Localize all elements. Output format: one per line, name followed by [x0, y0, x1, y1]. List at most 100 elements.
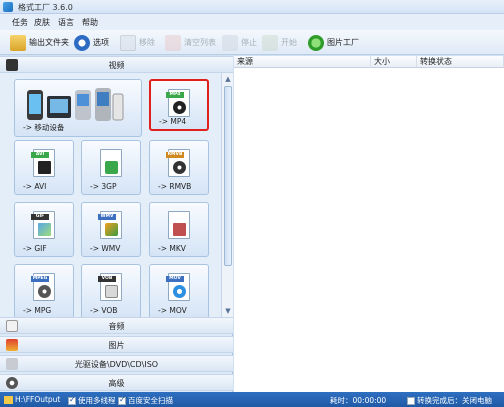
avi-tag: AVI [31, 152, 49, 158]
after-done-toggle[interactable]: 转换完成后：关闭电脑 [407, 395, 492, 406]
mov-tag: MOV [166, 276, 184, 282]
options-label: 选项 [93, 38, 109, 47]
quicktime-icon [173, 285, 186, 298]
vob-tag: VOB [98, 276, 116, 282]
section-video-label: 视频 [108, 61, 125, 70]
section-audio[interactable]: 音频 [0, 317, 233, 334]
elapsed-time: 耗时：00:00:00 [330, 395, 386, 406]
tile-gif[interactable]: GIF -> GIF [14, 202, 74, 257]
output-path[interactable]: H:\FFOutput [4, 395, 60, 404]
category-panel: 视频 -> 移动设备 MP4 -> MP4 AVI -> AVI -> 3GP … [0, 56, 233, 392]
menu-task[interactable]: 任务 [12, 17, 28, 28]
mpg-file-icon: MPEG [31, 273, 55, 301]
tile-mkv[interactable]: -> MKV [149, 202, 209, 257]
tile-mobile[interactable]: -> 移动设备 [14, 79, 142, 137]
status-bar: H:\FFOutput 使用多线程 百度安全扫描 耗时：00:00:00 转换完… [0, 392, 504, 407]
section-picture[interactable]: 图片 [0, 336, 233, 353]
output-folder-label: 输出文件夹 [29, 38, 69, 47]
mpeg-tag: MPEG [31, 276, 49, 282]
folder-icon [10, 34, 26, 51]
tile-3gp[interactable]: -> 3GP [81, 140, 141, 195]
media-icon [105, 223, 118, 236]
menu-bar: 任务 皮肤 语言 帮助 [0, 14, 504, 30]
after-done-checkbox[interactable] [407, 396, 415, 405]
elapsed-label: 耗时：00:00:00 [330, 396, 387, 405]
mov-file-icon: MOV [166, 273, 190, 301]
reel-icon [173, 161, 186, 174]
tile-mobile-label: -> 移动设备 [23, 123, 65, 132]
tile-vob[interactable]: VOB -> VOB [81, 264, 141, 317]
menu-skin[interactable]: 皮肤 [34, 17, 50, 28]
vob-file-icon: VOB [98, 273, 122, 301]
multithread-label: 使用多线程 [78, 396, 116, 405]
mp4-file-icon: MP4 [166, 89, 190, 117]
tile-rmvb[interactable]: RMVB -> RMVB [149, 140, 209, 195]
section-video[interactable]: 视频 [0, 56, 233, 73]
clear-list-button[interactable]: 清空列表 [165, 33, 216, 52]
menu-help[interactable]: 帮助 [82, 17, 98, 28]
tile-mp4[interactable]: MP4 -> MP4 [149, 79, 209, 131]
baidu-scan-checkbox[interactable] [118, 395, 126, 405]
tile-mov-label: -> MOV [158, 306, 187, 315]
3gp-file-icon [100, 149, 122, 177]
tile-gif-label: -> GIF [23, 244, 47, 253]
title-bar: 格式工厂 3.6.0 [0, 0, 504, 14]
tile-wmv-label: -> WMV [90, 244, 121, 253]
wmv-tag: WMV [98, 214, 116, 220]
clear-icon [165, 34, 181, 51]
output-folder-button[interactable]: 输出文件夹 [10, 33, 69, 52]
column-size[interactable]: 大小 [371, 56, 417, 68]
section-advanced-label: 高级 [108, 379, 125, 388]
tile-wmv[interactable]: WMV -> WMV [81, 202, 141, 257]
tile-vob-label: -> VOB [90, 306, 118, 315]
scroll-up-icon[interactable]: ▲ [223, 74, 233, 84]
options-button[interactable]: 选项 [74, 33, 109, 52]
remove-icon [120, 34, 136, 51]
picture-factory-label: 图片工厂 [327, 38, 359, 47]
multithread-toggle[interactable]: 使用多线程 [68, 395, 116, 406]
clear-list-label: 清空列表 [184, 38, 216, 47]
tile-mpg[interactable]: MPEG -> MPG [14, 264, 74, 317]
phone-video-icon [105, 161, 118, 174]
section-advanced[interactable]: 高级 [0, 374, 233, 391]
image-icon [38, 223, 51, 236]
tile-mov[interactable]: MOV -> MOV [149, 264, 209, 317]
avi-file-icon: AVI [31, 149, 55, 177]
tile-mkv-label: -> MKV [158, 244, 186, 253]
section-audio-label: 音频 [108, 322, 125, 331]
toolbar: 输出文件夹 选项 移除 清空列表 停止 开始 图片工厂 [0, 30, 504, 55]
section-picture-label: 图片 [108, 341, 125, 350]
task-list[interactable]: 来源 大小 转换状态 [234, 56, 504, 392]
column-status[interactable]: 转换状态 [417, 56, 504, 68]
stop-button[interactable]: 停止 [222, 33, 257, 52]
tile-avi[interactable]: AVI -> AVI [14, 140, 74, 195]
column-source[interactable]: 来源 [234, 56, 371, 68]
mp4-tag: MP4 [166, 92, 184, 98]
stop-label: 停止 [241, 38, 257, 47]
baidu-scan-toggle[interactable]: 百度安全扫描 [118, 395, 173, 406]
gif-file-icon: GIF [31, 211, 55, 239]
mobile-devices-icon [27, 88, 124, 121]
film-icon [38, 161, 51, 174]
menu-language[interactable]: 语言 [58, 17, 74, 28]
multithread-checkbox[interactable] [68, 395, 76, 405]
start-icon [262, 34, 278, 51]
remove-button[interactable]: 移除 [120, 33, 155, 52]
tile-avi-label: -> AVI [23, 182, 47, 191]
scroll-thumb[interactable] [224, 86, 232, 266]
section-rom[interactable]: 光驱设备\DVD\CD\ISO [0, 355, 233, 372]
picture-factory-button[interactable]: 图片工厂 [308, 33, 359, 52]
options-icon [74, 34, 90, 51]
baidu-scan-label: 百度安全扫描 [128, 396, 173, 405]
gif-tag: GIF [31, 214, 49, 220]
remove-label: 移除 [139, 38, 155, 47]
wmv-file-icon: WMV [98, 211, 122, 239]
tile-rmvb-label: -> RMVB [158, 182, 192, 191]
output-path-label: H:\FFOutput [15, 395, 61, 404]
scroll-down-icon[interactable]: ▼ [223, 306, 233, 316]
stop-icon [222, 34, 238, 51]
picture-factory-icon [308, 34, 324, 51]
start-button[interactable]: 开始 [262, 33, 297, 52]
section-rom-label: 光驱设备\DVD\CD\ISO [74, 360, 159, 369]
format-grid-scrollbar[interactable]: ▲ ▼ [221, 73, 233, 317]
